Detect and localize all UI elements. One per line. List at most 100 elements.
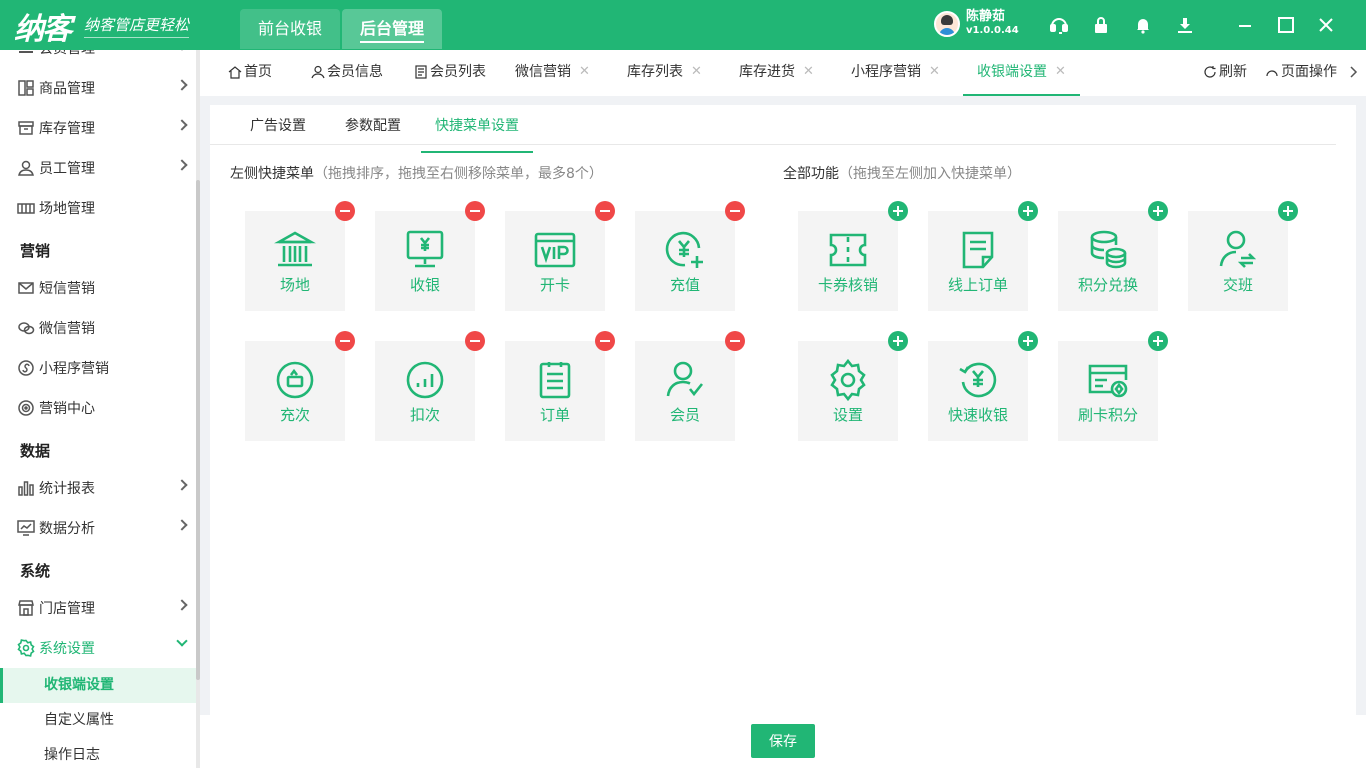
function-tile-online-order[interactable]: 线上订单 [928,201,1038,311]
tab-label: 微信营销 [515,64,571,80]
home-icon [228,66,242,79]
sidebar-scrollbar[interactable] [196,50,200,768]
remove-shortcut-button[interactable] [725,201,745,221]
add-shortcut-button[interactable] [888,331,908,351]
tab-home[interactable]: 首页 [228,50,272,94]
function-tile-settings[interactable]: 设置 [798,331,908,441]
shortcut-tile-recharge-times[interactable]: 充次 [245,331,355,441]
close-icon[interactable] [1315,14,1337,36]
sidebar-item-label: 短信营销 [39,281,95,297]
store-icon [16,598,36,618]
bell-icon[interactable] [1132,14,1154,36]
close-tab-icon[interactable]: ✕ [929,49,940,95]
lock-icon[interactable] [1090,14,1112,36]
user-profile[interactable]: 陈静茹 v1.0.0.44 [934,10,1019,38]
close-tab-icon[interactable]: ✕ [691,49,702,95]
sidebar-item-inventory[interactable]: 库存管理 [0,108,196,148]
shortcut-tile-order[interactable]: 订单 [505,331,615,441]
shortcut-tile-member[interactable]: 会员 [635,331,745,441]
sidebar-item-analysis[interactable]: 数据分析 [0,508,196,548]
vip-card-icon [534,232,576,267]
sidebar-item-sms[interactable]: 短信营销 [0,268,196,308]
shortcut-tile-venue[interactable]: 场地 [245,201,355,311]
sidebar-item-wechat[interactable]: 微信营销 [0,308,196,348]
add-shortcut-button[interactable] [1278,201,1298,221]
tile-label: 收银 [409,275,440,294]
add-shortcut-button[interactable] [1018,201,1038,221]
sidebar-item-venue[interactable]: 场地管理 [0,188,196,228]
shortcut-tile-open-card[interactable]: 开卡 [505,201,615,311]
sidebar-subitem-operation-log[interactable]: 操作日志 [0,738,196,768]
tile-label: 扣次 [409,405,440,424]
subtab-ad-settings[interactable]: 广告设置 [250,115,306,145]
function-tile-quick-cashier[interactable]: 快速收银 [928,331,1038,441]
sidebar-scroll-thumb[interactable] [196,180,200,680]
remove-shortcut-button[interactable] [595,201,615,221]
refresh-button[interactable]: 刷新 [1203,50,1247,94]
close-tab-icon[interactable]: ✕ [803,49,814,95]
back-office-tab[interactable]: 后台管理 [342,9,443,49]
download-icon[interactable] [1174,14,1196,36]
refresh-label: 刷新 [1219,64,1247,80]
add-shortcut-button[interactable] [888,201,908,221]
support-icon[interactable] [1048,14,1070,36]
sidebar-item-label: 小程序营销 [39,361,109,377]
sidebar-item-label: 场地管理 [39,201,95,217]
shortcut-tile-cashier[interactable]: 收银 [375,201,485,311]
tab-label: 收银端设置 [977,64,1047,80]
add-shortcut-button[interactable] [1018,331,1038,351]
bar-chart-icon [16,478,36,498]
function-tile-points-exchange[interactable]: 积分兑换 [1058,201,1168,311]
sidebar-item-reports[interactable]: 统计报表 [0,468,196,508]
shortcut-tile-deduct-times[interactable]: 扣次 [375,331,485,441]
page-ops-button[interactable]: 页面操作 [1265,50,1337,94]
remove-shortcut-button[interactable] [335,331,355,351]
close-tab-icon[interactable]: ✕ [579,49,590,95]
footer-bar: 保存 [200,715,1366,768]
subtab-param-config[interactable]: 参数配置 [345,115,401,145]
sidebar-item-store[interactable]: 门店管理 [0,588,196,628]
tab-member-info[interactable]: 会员信息 [311,50,383,94]
remove-shortcut-button[interactable] [465,201,485,221]
function-tile-coupon[interactable]: 卡券核销 [798,201,908,311]
wechat-icon [16,318,36,338]
close-tab-icon[interactable]: ✕ [1055,49,1066,95]
tab-inventory-list[interactable]: 库存列表 ✕ [627,50,702,94]
save-button[interactable]: 保存 [751,724,815,758]
shortcut-tile-recharge[interactable]: 充值 [635,201,745,311]
sidebar-item-miniprogram[interactable]: 小程序营销 [0,348,196,388]
tab-wechat-marketing[interactable]: 微信营销 ✕ [515,50,590,94]
add-shortcut-button[interactable] [1148,331,1168,351]
gear-icon [16,638,36,658]
shift-handover-icon [1219,230,1257,268]
tab-inventory-purchase[interactable]: 库存进货 ✕ [739,50,814,94]
subtab-shortcut-menu[interactable]: 快捷菜单设置 [421,115,533,153]
function-tile-card-points[interactable]: 刷卡积分 [1058,331,1168,441]
sidebar-item-staff[interactable]: 员工管理 [0,148,196,188]
function-tile-shift-handover[interactable]: 交班 [1188,201,1298,311]
tile-label: 充值 [669,275,700,294]
sidebar-group-marketing: 营销 [20,242,51,260]
venue-icon [274,231,316,266]
sidebar-item-member[interactable]: 会员管理 [0,50,196,68]
maximize-icon[interactable] [1275,14,1297,36]
remove-shortcut-button[interactable] [465,331,485,351]
remove-shortcut-button[interactable] [725,331,745,351]
tab-member-list[interactable]: 会员列表 [414,50,486,94]
sidebar-item-marketing-center[interactable]: 营销中心 [0,388,196,428]
tabs-scroll-right[interactable] [1346,50,1362,94]
add-shortcut-button[interactable] [1148,201,1168,221]
front-cashier-tab[interactable]: 前台收银 [240,9,341,49]
sidebar-subitem-cashier-settings[interactable]: 收银端设置 [0,668,196,703]
remove-shortcut-button[interactable] [335,201,355,221]
remove-shortcut-button[interactable] [595,331,615,351]
sidebar-item-system-settings[interactable]: 系统设置 [0,628,196,668]
chevron-right-icon [176,159,188,171]
tab-cashier-settings[interactable]: 收银端设置 ✕ [963,49,1080,96]
right-section-hint: （拖拽至左侧加入快捷菜单） [839,166,1021,182]
tab-miniprogram-marketing[interactable]: 小程序营销 ✕ [851,50,940,94]
settings-icon [830,358,866,401]
sidebar-subitem-custom-attributes[interactable]: 自定义属性 [0,703,196,738]
minimize-icon[interactable] [1234,14,1256,36]
sidebar-item-goods[interactable]: 商品管理 [0,68,196,108]
